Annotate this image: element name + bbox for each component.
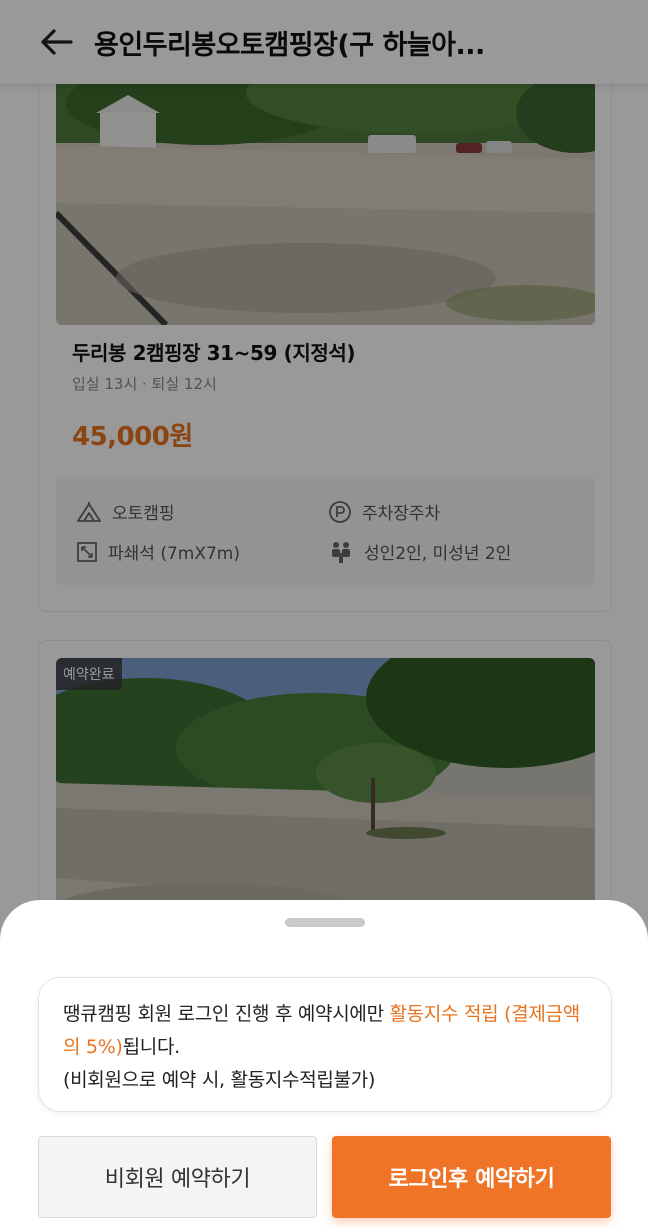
guest-reserve-button[interactable]: 비회원 예약하기 [38,1136,317,1218]
login-bottom-sheet: 땡큐캠핑 회원 로그인 진행 후 예약시에만 활동지수 적립 (결제금액의 5%… [0,900,648,1228]
notice-note: (비회원으로 예약 시, 활동지수적립불가) [63,1069,376,1091]
points-notice: 땡큐캠핑 회원 로그인 진행 후 예약시에만 활동지수 적립 (결제금액의 5%… [38,977,612,1112]
login-reserve-button[interactable]: 로그인후 예약하기 [332,1136,611,1218]
notice-text: 땡큐캠핑 회원 로그인 진행 후 예약시에만 [63,1003,390,1025]
notice-text-end: 됩니다. [122,1036,181,1058]
sheet-drag-handle[interactable] [285,918,365,927]
